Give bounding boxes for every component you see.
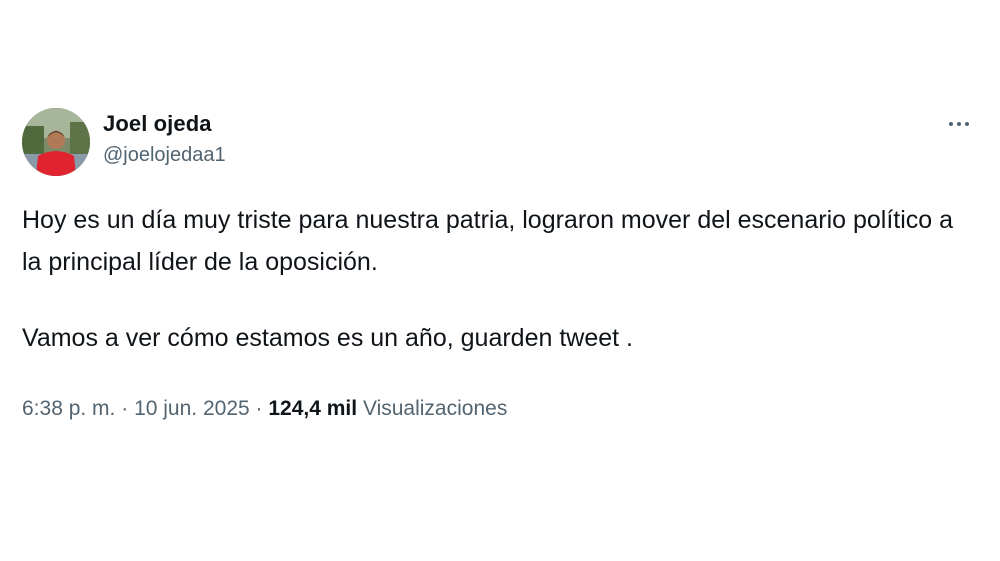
tweet-time[interactable]: 6:38 p. m. <box>22 397 115 420</box>
author-handle[interactable]: @joelojedaa1 <box>103 141 226 169</box>
more-horizontal-icon <box>957 122 961 126</box>
more-horizontal-icon <box>949 122 953 126</box>
tweet-text: Hoy es un día muy triste para nuestra pa… <box>22 199 972 359</box>
tweet-card: Joel ojeda @joelojedaa1 Hoy es un día mu… <box>0 0 1000 561</box>
tweet-date[interactable]: 10 jun. 2025 <box>134 397 250 420</box>
author-info: Joel ojeda @joelojedaa1 <box>103 110 226 169</box>
meta-separator: · <box>121 397 129 420</box>
avatar-image <box>22 108 90 176</box>
views-count: 124,4 mil <box>268 397 358 420</box>
author-display-name[interactable]: Joel ojeda <box>103 110 226 138</box>
more-options-button[interactable] <box>944 112 974 136</box>
more-horizontal-icon <box>965 122 969 126</box>
tweet-metadata: 6:38 p. m. · 10 jun. 2025 · 124,4 mil Vi… <box>22 393 507 425</box>
tweet-paragraph: Hoy es un día muy triste para nuestra pa… <box>22 206 954 276</box>
meta-separator: · <box>255 397 263 420</box>
avatar[interactable] <box>22 108 90 176</box>
tweet-paragraph: Vamos a ver cómo estamos es un año, guar… <box>22 324 633 352</box>
views-label[interactable]: Visualizaciones <box>363 397 507 420</box>
